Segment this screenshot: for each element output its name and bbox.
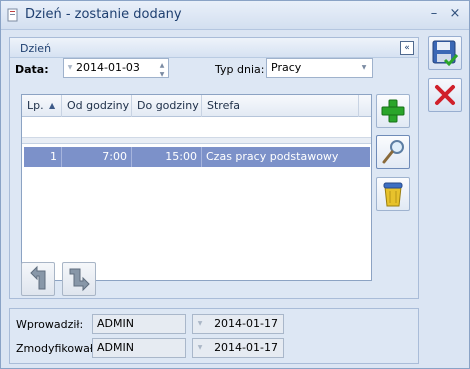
chevron-down-icon[interactable]: ▼ <box>360 59 368 77</box>
green-plus-icon <box>381 99 405 123</box>
modified-by-user: ADMIN <box>92 338 186 358</box>
cell-lp: 1 <box>24 147 62 167</box>
cell-strefa: Czas pracy podstawowy <box>206 150 339 163</box>
modified-date-dropdown-icon: ▼ <box>197 344 203 351</box>
arrow-down-right-icon <box>69 268 90 292</box>
dialog-window: Dzień - zostanie dodany – × Dzień « Data… <box>0 0 470 369</box>
minimize-button[interactable]: – <box>426 6 442 22</box>
floppy-disk-icon <box>432 40 459 67</box>
close-button[interactable]: × <box>447 6 463 22</box>
delete-row-button[interactable] <box>376 177 410 211</box>
col-strefa[interactable]: Strefa <box>202 95 359 117</box>
magnifier-icon <box>382 140 404 164</box>
grid-separator <box>22 138 371 144</box>
col-od[interactable]: Od godziny <box>62 95 132 117</box>
window-title: Dzień - zostanie dodany <box>25 7 182 22</box>
date-value: 2014-01-03 <box>76 61 140 74</box>
modified-date: 2014-01-17 <box>214 341 278 354</box>
day-type-label: Typ dnia: <box>215 63 265 76</box>
cell-od: 7:00 <box>62 147 132 167</box>
red-x-icon <box>435 85 455 105</box>
collapse-button[interactable]: « <box>400 41 414 55</box>
cancel-button[interactable] <box>428 78 462 112</box>
section-header: Dzień « <box>10 38 418 58</box>
cell-do: 15:00 <box>132 147 202 167</box>
created-date-dropdown-icon: ▼ <box>197 320 203 327</box>
title-bar: Dzień - zostanie dodany – × <box>1 1 469 30</box>
filter-row[interactable] <box>22 118 371 138</box>
day-type-value: Pracy <box>271 61 302 74</box>
created-date: 2014-01-17 <box>214 317 278 330</box>
col-lp[interactable]: Lp. ▲ <box>22 95 62 117</box>
spin-down-icon[interactable]: ▼ <box>158 66 166 84</box>
table-row[interactable]: 1 7:00 15:00 Czas pracy podstawowy <box>24 147 370 167</box>
audit-section: Wprowadził: ADMIN ▼ 2014-01-17 Zmodyfiko… <box>9 308 419 364</box>
trash-bin-icon <box>383 182 403 207</box>
col-do[interactable]: Do godziny <box>132 95 202 117</box>
add-row-button[interactable] <box>376 94 410 128</box>
section-title: Dzień <box>20 42 52 55</box>
date-dropdown-icon[interactable]: ▼ <box>66 59 74 77</box>
previous-button[interactable] <box>21 262 55 296</box>
day-type-select[interactable]: Pracy ▼ <box>266 58 373 78</box>
date-field[interactable]: ▼ 2014-01-03 ▲ ▼ <box>63 58 169 78</box>
app-icon <box>7 8 18 22</box>
day-section: Dzień « Data: ▼ 2014-01-03 ▲ ▼ Typ dnia:… <box>9 37 419 299</box>
table-header: Lp. ▲ Od godziny Do godziny Strefa <box>22 95 371 117</box>
sort-asc-icon: ▲ <box>49 101 56 110</box>
next-button[interactable] <box>62 262 96 296</box>
edit-row-button[interactable] <box>376 135 410 169</box>
hours-table: Lp. ▲ Od godziny Do godziny Strefa 1 7:0… <box>21 94 372 281</box>
created-by-label: Wprowadził: <box>16 318 84 331</box>
modified-date-field: ▼ 2014-01-17 <box>192 338 284 358</box>
date-label: Data: <box>15 63 49 76</box>
created-by-user: ADMIN <box>92 314 186 334</box>
created-date-field: ▼ 2014-01-17 <box>192 314 284 334</box>
arrow-up-left-icon <box>30 265 46 290</box>
save-button[interactable] <box>428 36 462 70</box>
modified-by-label: Zmodyfikował: <box>16 342 97 355</box>
